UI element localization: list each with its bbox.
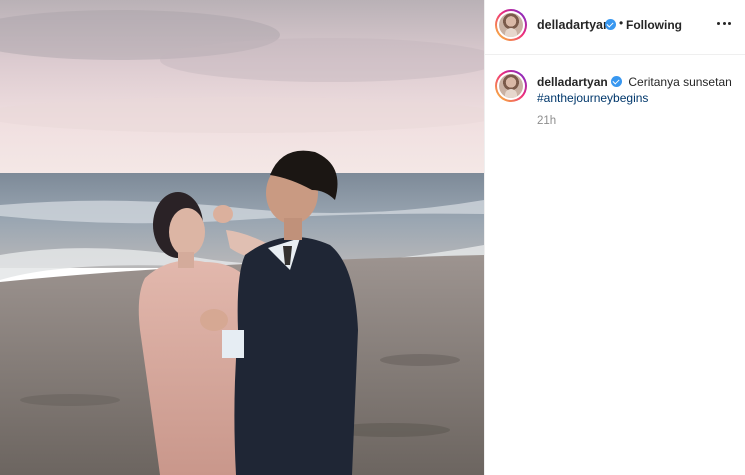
caption-text: Ceritanya sunsetan	[628, 75, 732, 89]
post-side-panel: delladartyan • Following delladartyan Ce…	[484, 0, 745, 475]
verified-badge-icon	[605, 19, 616, 30]
header-username[interactable]: delladartyan	[537, 18, 611, 32]
post-caption: delladartyan Ceritanya sunsetan #anthejo…	[485, 56, 745, 176]
avatar-photo	[499, 13, 523, 37]
profile-avatar[interactable]	[495, 9, 527, 41]
avatar-photo	[499, 74, 523, 98]
caption-username[interactable]: delladartyan	[537, 75, 608, 89]
verified-badge-icon	[611, 76, 623, 87]
caption-text-block: delladartyan Ceritanya sunsetan #anthejo…	[537, 74, 737, 106]
header-separator: •	[619, 16, 624, 30]
caption-avatar[interactable]	[495, 70, 527, 102]
following-button[interactable]: Following	[626, 18, 682, 32]
beach-photo-image	[0, 0, 484, 475]
caption-hashtag-link[interactable]: #anthejourneybegins	[537, 90, 737, 106]
post-timestamp[interactable]: 21h	[537, 115, 556, 127]
post-header: delladartyan • Following	[485, 0, 745, 55]
post-photo[interactable]	[0, 0, 484, 475]
more-options-icon[interactable]	[714, 16, 734, 30]
instagram-post: delladartyan • Following delladartyan Ce…	[0, 0, 745, 475]
